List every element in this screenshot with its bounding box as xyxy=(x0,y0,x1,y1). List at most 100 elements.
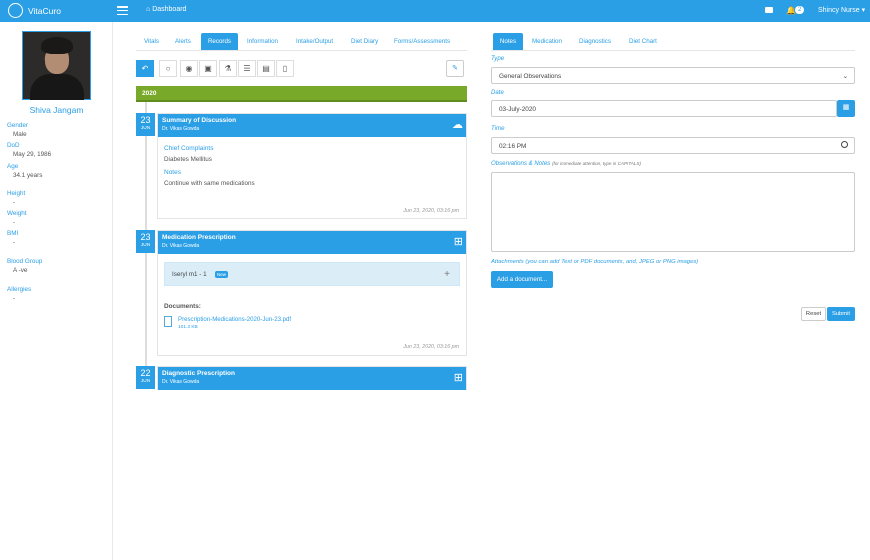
type-select[interactable]: General Observations ⌄ xyxy=(491,67,855,84)
user-circle-icon[interactable]: ◉ xyxy=(180,60,198,77)
tab-intake-output[interactable]: Intake/Output xyxy=(296,33,333,50)
entry-header: Diagnostic Prescription Dr. Vikas Gowda … xyxy=(158,367,466,390)
clock-icon[interactable] xyxy=(841,141,848,148)
tab-medication[interactable]: Medication xyxy=(532,33,562,50)
observations-textarea[interactable] xyxy=(491,172,855,252)
vitacuro-logo-icon xyxy=(8,3,23,18)
weight-label: Weight xyxy=(7,210,27,217)
notification-count-badge[interactable]: 2 xyxy=(795,6,805,14)
notes-tabs: Notes Medication Diagnostics Diet Chart xyxy=(491,33,855,50)
entry-doctor: Dr. Vikas Gowda xyxy=(162,126,200,132)
notes-text: Continue with same medications xyxy=(164,180,255,187)
save-icon[interactable]: ▤ xyxy=(257,60,275,77)
gender-label: Gender xyxy=(7,122,29,129)
menu-icon[interactable] xyxy=(117,6,128,16)
entry-day: 23 xyxy=(140,115,151,125)
new-badge: New xyxy=(215,271,229,278)
weight-value: - xyxy=(13,219,16,226)
age-value: 34.1 years xyxy=(13,172,43,179)
tab-information[interactable]: Information xyxy=(247,33,278,50)
allergies-value: - xyxy=(13,295,16,302)
list-icon[interactable]: ☰ xyxy=(238,60,256,77)
top-navigation-bar: VitaCuro ⌂ Dashboard 🔔 2 Shincy Nurse ▾ xyxy=(0,0,870,22)
user-name[interactable]: Shincy Nurse xyxy=(818,7,860,14)
year-header: 2020 xyxy=(136,86,467,102)
pdf-icon xyxy=(164,316,172,327)
notes-tabs-divider xyxy=(491,50,855,51)
patient-sidebar: Shiva Jangam Gender Male DoD May 29, 198… xyxy=(0,22,113,560)
entry-doctor: Dr. Vikas Gowda xyxy=(162,243,200,249)
document-size: 101.3 KB xyxy=(178,325,198,330)
edit-icon[interactable]: ✎ xyxy=(446,60,464,77)
expand-plus-icon[interactable]: + xyxy=(444,269,450,280)
dashboard-label[interactable]: Dashboard xyxy=(152,6,186,13)
entry-title: Summary of Discussion xyxy=(162,117,237,124)
submit-button[interactable]: Submit xyxy=(827,307,855,321)
avatar-hair-shape xyxy=(41,37,73,54)
entry-month: JUN xyxy=(140,126,151,131)
chat-bubbles-icon: ☁ xyxy=(452,119,463,131)
entry-date-box: 22 JUN xyxy=(136,366,155,389)
medication-name: Iseryl m1 - 1 xyxy=(172,271,207,278)
medication-item[interactable]: Iseryl m1 - 1 New + xyxy=(164,262,460,286)
chief-complaints-heading: Chief Complaints xyxy=(164,145,214,152)
reset-button[interactable]: Reset xyxy=(801,307,826,321)
patient-name: Shiva Jangam xyxy=(29,105,84,115)
user-menu[interactable]: Shincy Nurse ▾ xyxy=(818,6,865,14)
mail-icon[interactable] xyxy=(765,7,773,13)
entry-month: JUN xyxy=(140,243,151,248)
record-tabs-divider xyxy=(136,50,467,51)
type-value[interactable]: General Observations xyxy=(499,73,561,80)
reply-icon[interactable]: ↶ xyxy=(136,60,154,77)
app-name: VitaCuro xyxy=(28,6,61,16)
tab-vitals[interactable]: Vitals xyxy=(144,33,159,50)
tab-diagnostics[interactable]: Diagnostics xyxy=(579,33,611,50)
tab-forms-assessments[interactable]: Forms/Assessments xyxy=(394,33,450,50)
type-label: Type xyxy=(491,55,505,62)
documents-label: Documents: xyxy=(164,303,201,310)
entry-title: Diagnostic Prescription xyxy=(162,370,235,377)
flask-icon[interactable]: ⚗ xyxy=(219,60,237,77)
entry-date-box: 23 JUN xyxy=(136,113,155,136)
gender-value: Male xyxy=(13,131,27,138)
medical-kit-icon[interactable]: ▣ xyxy=(199,60,217,77)
time-input[interactable]: 02:16 PM xyxy=(491,137,855,154)
tab-alerts[interactable]: Alerts xyxy=(175,33,191,50)
calendar-icon[interactable]: ▦ xyxy=(837,100,855,117)
entry-month: JUN xyxy=(140,379,151,384)
entry-date-box: 23 JUN xyxy=(136,230,155,253)
prescription-document-link[interactable]: Prescription-Medications-2020-Jun-23.pdf xyxy=(178,316,291,323)
patient-avatar xyxy=(22,31,91,100)
chief-complaints-text: Diabetes Mellitus xyxy=(164,156,212,163)
medication-name-text: Iseryl m1 xyxy=(172,271,198,278)
add-document-button[interactable]: Add a document... xyxy=(491,271,553,288)
bmi-value: - xyxy=(13,239,16,246)
dod-value: May 29, 1986 xyxy=(13,151,52,158)
allergies-label: Allergies xyxy=(7,286,32,293)
chat-icon[interactable]: ○ xyxy=(159,60,177,77)
tab-notes[interactable]: Notes xyxy=(493,33,523,50)
chevron-down-icon[interactable]: ⌄ xyxy=(843,72,848,80)
tab-records[interactable]: Records xyxy=(201,33,238,50)
attachments-note: Attachments (you can add Text or PDF doc… xyxy=(491,259,699,265)
medical-kit-icon: ⊞ xyxy=(453,372,463,384)
medication-dose: - 1 xyxy=(199,271,207,278)
date-label: Date xyxy=(491,89,504,96)
bmi-label: BMI xyxy=(7,230,19,237)
tab-diet-chart[interactable]: Diet Chart xyxy=(629,33,657,50)
discussion-entry: Summary of Discussion Dr. Vikas Gowda ☁ … xyxy=(157,113,467,219)
tab-diet-diary[interactable]: Diet Diary xyxy=(351,33,378,50)
entry-title: Medication Prescription xyxy=(162,234,236,241)
time-label: Time xyxy=(491,125,505,132)
dashboard-link[interactable]: ⌂ Dashboard xyxy=(146,6,186,13)
dod-label: DoD xyxy=(7,142,20,149)
entry-doctor: Dr. Vikas Gowda xyxy=(162,379,200,385)
date-input[interactable]: 03-July-2020 xyxy=(491,100,837,117)
entry-timestamp: Jun 23, 2020, 03:16 pm xyxy=(403,344,459,350)
observations-hint: (for immediate attention, type in CAPITA… xyxy=(551,161,642,166)
record-tabs: Vitals Alerts Records Information Intake… xyxy=(136,33,467,50)
medical-kit-icon: ⊞ xyxy=(453,236,463,248)
document-icon[interactable]: ▯ xyxy=(276,60,294,77)
medication-entry: Medication Prescription Dr. Vikas Gowda … xyxy=(157,230,467,356)
blood-group-label: Blood Group xyxy=(7,258,43,265)
